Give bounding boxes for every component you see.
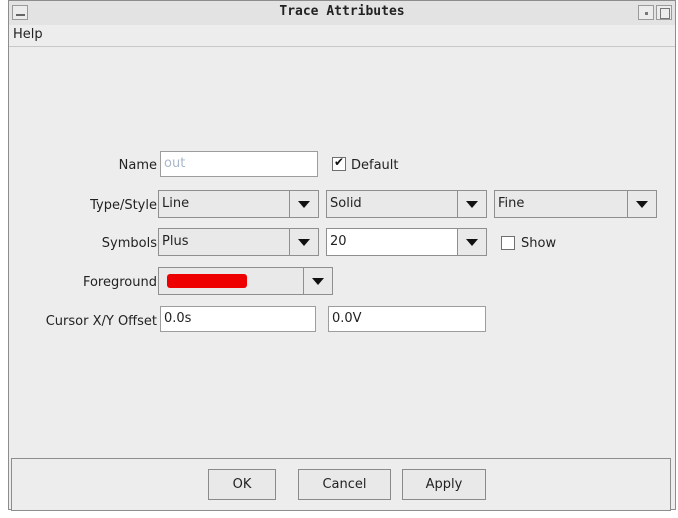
menu-help[interactable]: Help [13, 27, 43, 42]
show-label: Show [521, 236, 557, 251]
chevron-down-icon[interactable] [289, 229, 318, 255]
chevron-down-icon[interactable] [457, 229, 486, 255]
default-checkbox[interactable] [332, 155, 346, 171]
maximize-icon[interactable] [656, 5, 672, 20]
form-area: Name out Default Type/Style Line Solid F… [9, 46, 675, 511]
chevron-down-icon[interactable] [303, 268, 332, 294]
chevron-down-icon[interactable] [289, 191, 318, 217]
foreground-combo[interactable] [158, 267, 333, 295]
cursor-x-field[interactable]: 0.0s [160, 306, 316, 332]
symbol-count-value: 20 [330, 234, 347, 249]
symbol-count-combo[interactable]: 20 [326, 228, 487, 256]
cursor-y-field[interactable]: 0.0V [328, 306, 486, 332]
style-value: Solid [330, 196, 362, 211]
color-swatch [167, 274, 247, 288]
chevron-down-icon[interactable] [457, 191, 486, 217]
cursor-offset-label: Cursor X/Y Offset [45, 314, 157, 329]
ok-button[interactable]: OK [208, 469, 276, 500]
width-combo[interactable]: Fine [494, 190, 657, 218]
chevron-down-icon[interactable] [627, 191, 656, 217]
type-value: Line [162, 196, 190, 211]
menu-bar: Help [9, 25, 675, 47]
cancel-button[interactable]: Cancel [298, 469, 391, 500]
symbols-label: Symbols [101, 236, 157, 251]
show-checkbox[interactable] [501, 236, 515, 250]
window-title: Trace Attributes [279, 4, 405, 19]
button-panel: OK Cancel Apply [11, 458, 671, 511]
name-label: Name [118, 158, 157, 173]
minimize-icon[interactable] [638, 5, 654, 20]
symbol-value: Plus [162, 234, 189, 249]
width-value: Fine [498, 196, 525, 211]
apply-button[interactable]: Apply [402, 469, 486, 500]
type-style-label: Type/Style [90, 198, 157, 213]
trace-attributes-window: Trace Attributes Help Name out Default T… [8, 0, 676, 511]
symbol-combo[interactable]: Plus [158, 228, 319, 256]
style-combo[interactable]: Solid [326, 190, 487, 218]
type-combo[interactable]: Line [158, 190, 319, 218]
default-label: Default [351, 158, 399, 173]
title-bar: Trace Attributes [9, 1, 675, 26]
foreground-label: Foreground [82, 275, 157, 290]
name-field[interactable]: out [160, 151, 318, 177]
